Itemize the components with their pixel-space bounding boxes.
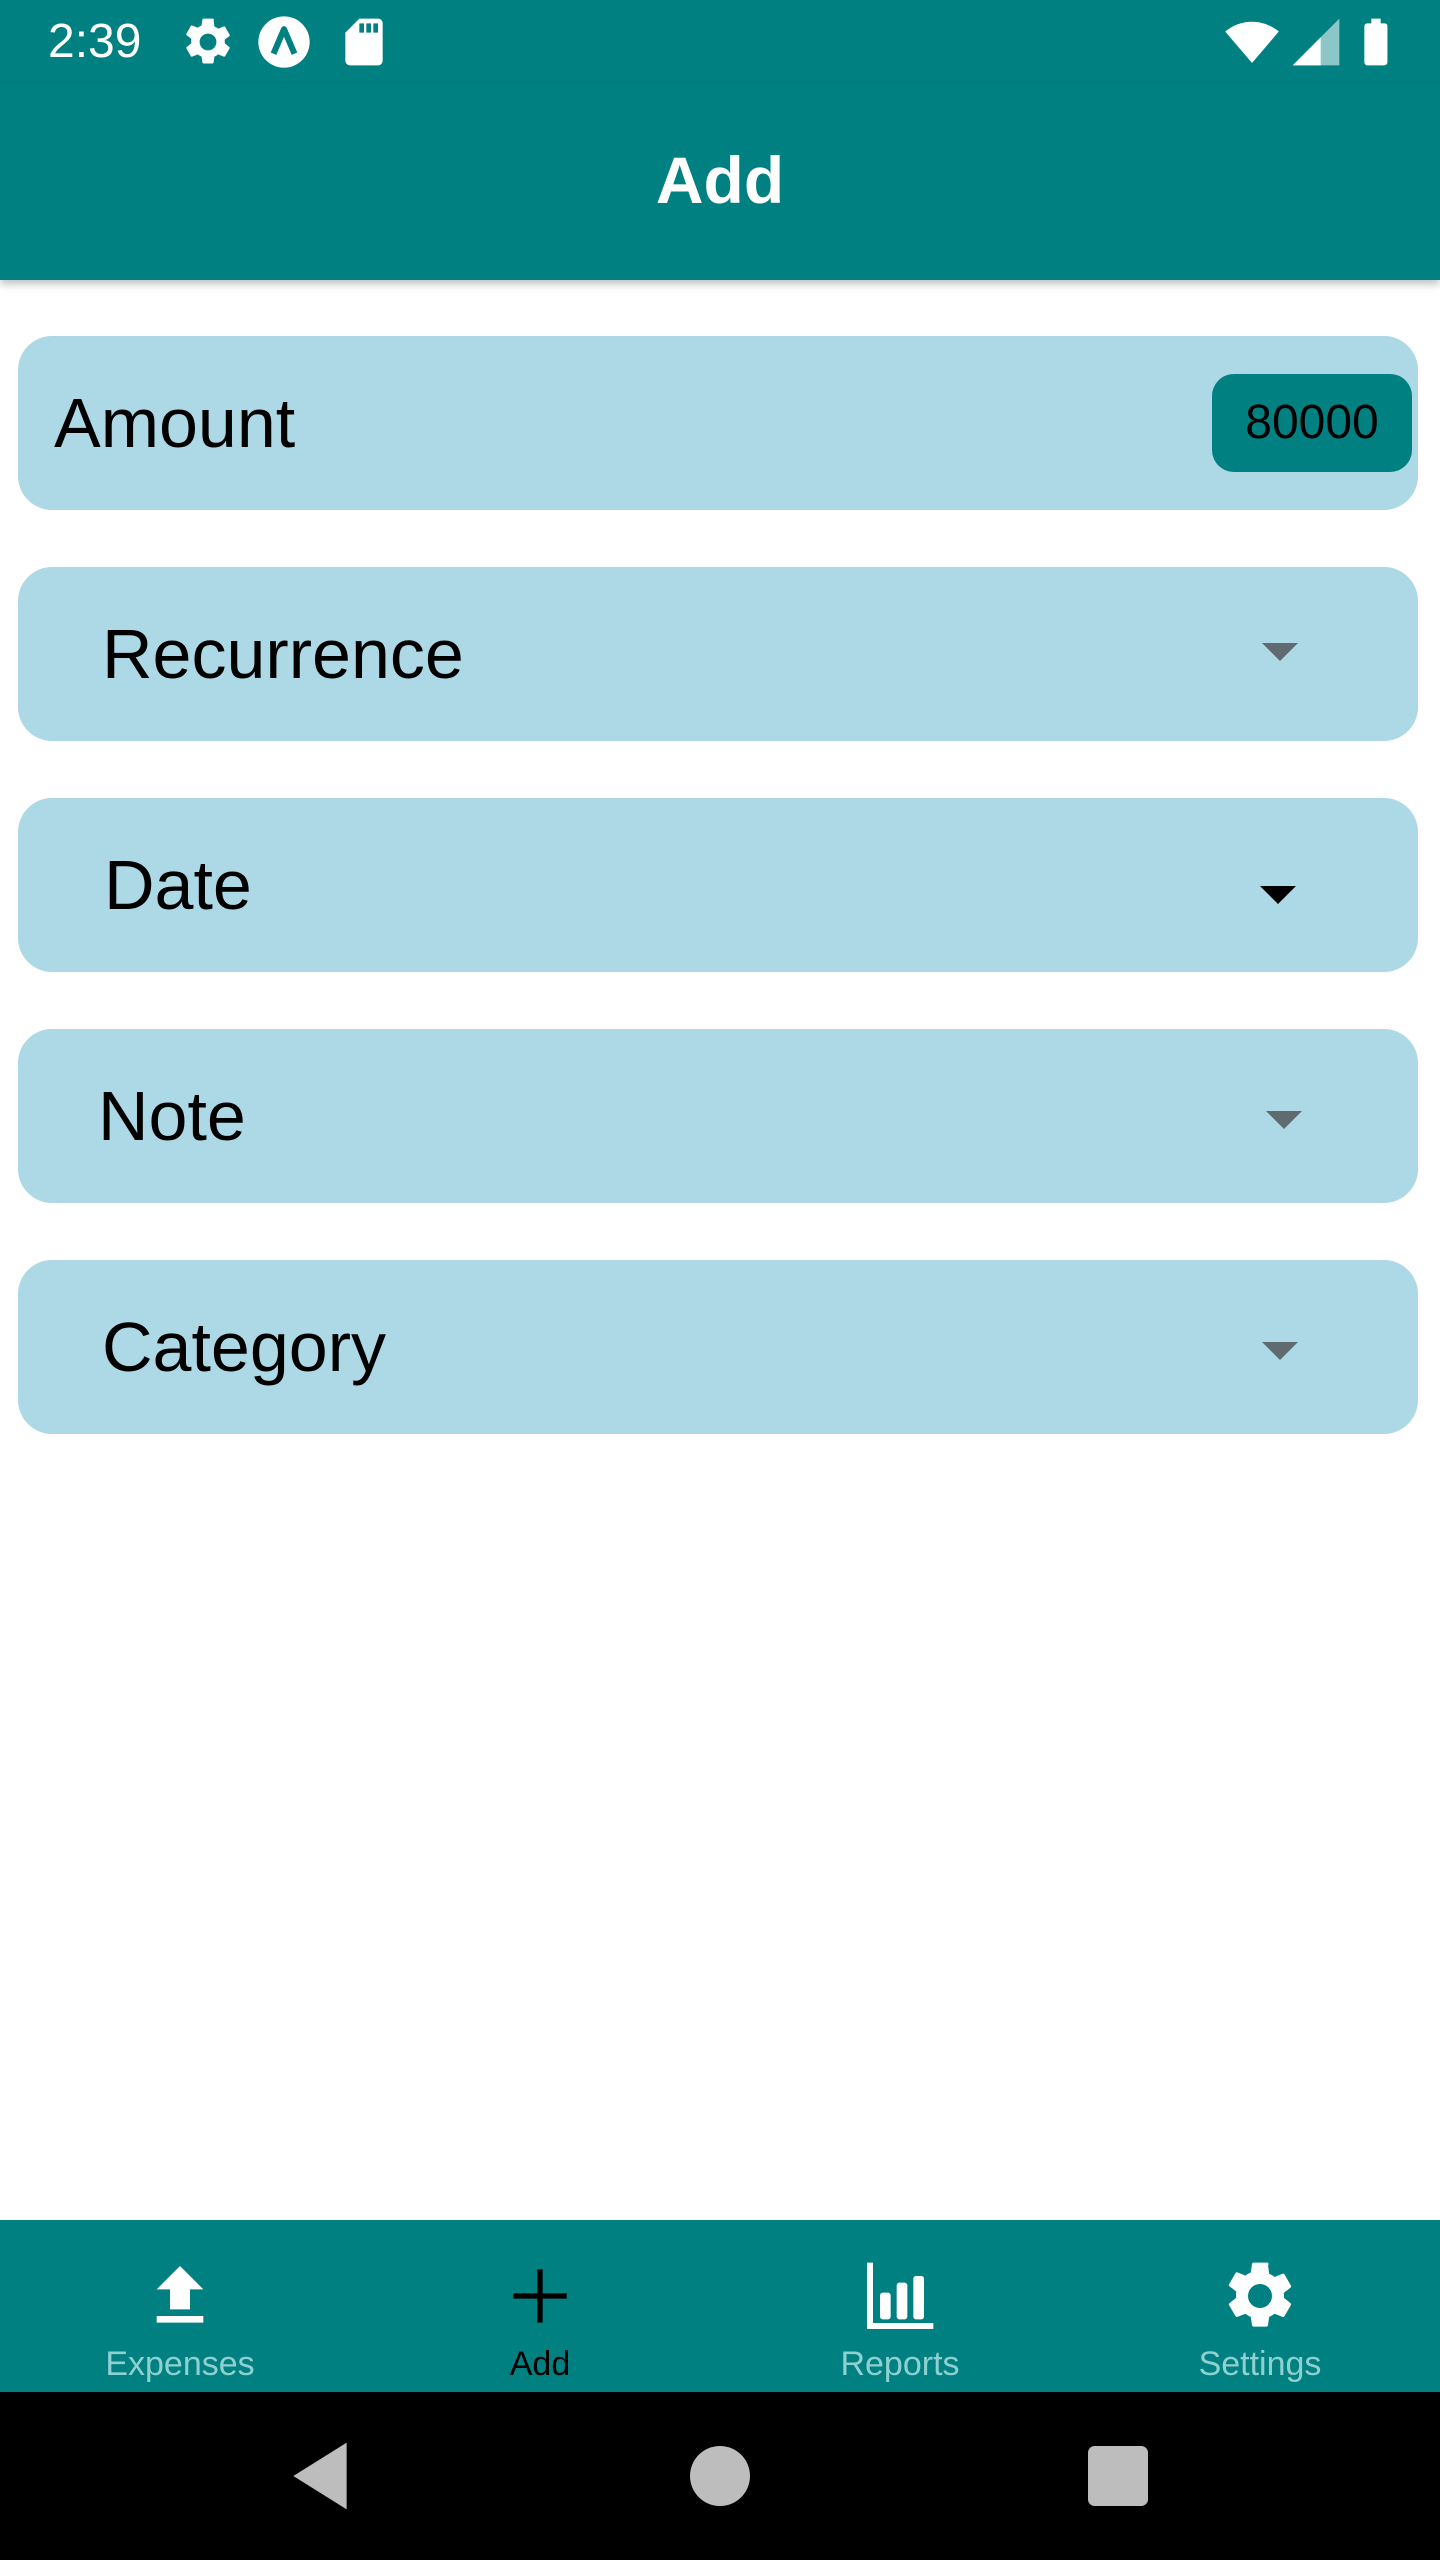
amount-field[interactable]: Amount 80000	[18, 336, 1418, 510]
wifi-icon	[1225, 21, 1279, 63]
app-bar: Add	[0, 84, 1440, 280]
amount-input[interactable]: 80000	[1212, 374, 1412, 472]
chevron-down-icon	[1260, 886, 1296, 904]
bottom-navigation: Expenses Add Reports Settings	[0, 2220, 1440, 2392]
category-dropdown[interactable]: Category	[18, 1260, 1418, 1434]
nav-item-settings[interactable]: Settings	[1080, 2220, 1440, 2392]
status-bar: 2:39	[0, 0, 1440, 84]
upload-icon	[156, 2266, 204, 2323]
add-screen: 2:39 Add Amount 80000 Recurrence Date No…	[0, 0, 1440, 2560]
recurrence-dropdown[interactable]: Recurrence	[18, 567, 1418, 741]
date-label: Date	[104, 846, 252, 924]
nav-label-settings: Settings	[1198, 2345, 1322, 2383]
recurrence-label: Recurrence	[102, 615, 464, 693]
note-label: Note	[98, 1077, 246, 1155]
nav-label-expenses: Expenses	[105, 2345, 255, 2383]
chevron-down-icon	[1262, 1342, 1298, 1360]
page-title: Add	[655, 143, 785, 217]
nav-label-add: Add	[509, 2345, 571, 2383]
recents-icon[interactable]	[1078, 2436, 1158, 2516]
sd-card-icon	[345, 18, 383, 66]
battery-icon	[1364, 18, 1388, 66]
note-dropdown[interactable]: Note	[18, 1029, 1418, 1203]
chevron-down-icon	[1266, 1111, 1302, 1129]
gear-icon	[1228, 2262, 1292, 2327]
plus-icon	[513, 2269, 567, 2323]
nav-label-reports: Reports	[840, 2345, 960, 2383]
date-dropdown[interactable]: Date	[18, 798, 1418, 972]
gear-icon	[186, 18, 230, 64]
category-label: Category	[102, 1308, 387, 1386]
chevron-down-icon	[1262, 643, 1298, 661]
nav-item-expenses[interactable]: Expenses	[0, 2220, 360, 2392]
home-icon[interactable]	[680, 2436, 760, 2516]
status-time: 2:39	[48, 15, 142, 68]
amount-label: Amount	[54, 384, 296, 462]
system-navigation-bar	[0, 2392, 1440, 2560]
cellular-icon	[1292, 18, 1340, 66]
nav-item-reports[interactable]: Reports	[720, 2220, 1080, 2392]
back-icon[interactable]	[280, 2436, 360, 2516]
nav-item-add[interactable]: Add	[360, 2220, 720, 2392]
a-logo-icon	[258, 16, 310, 68]
bar-chart-icon	[867, 2262, 934, 2329]
